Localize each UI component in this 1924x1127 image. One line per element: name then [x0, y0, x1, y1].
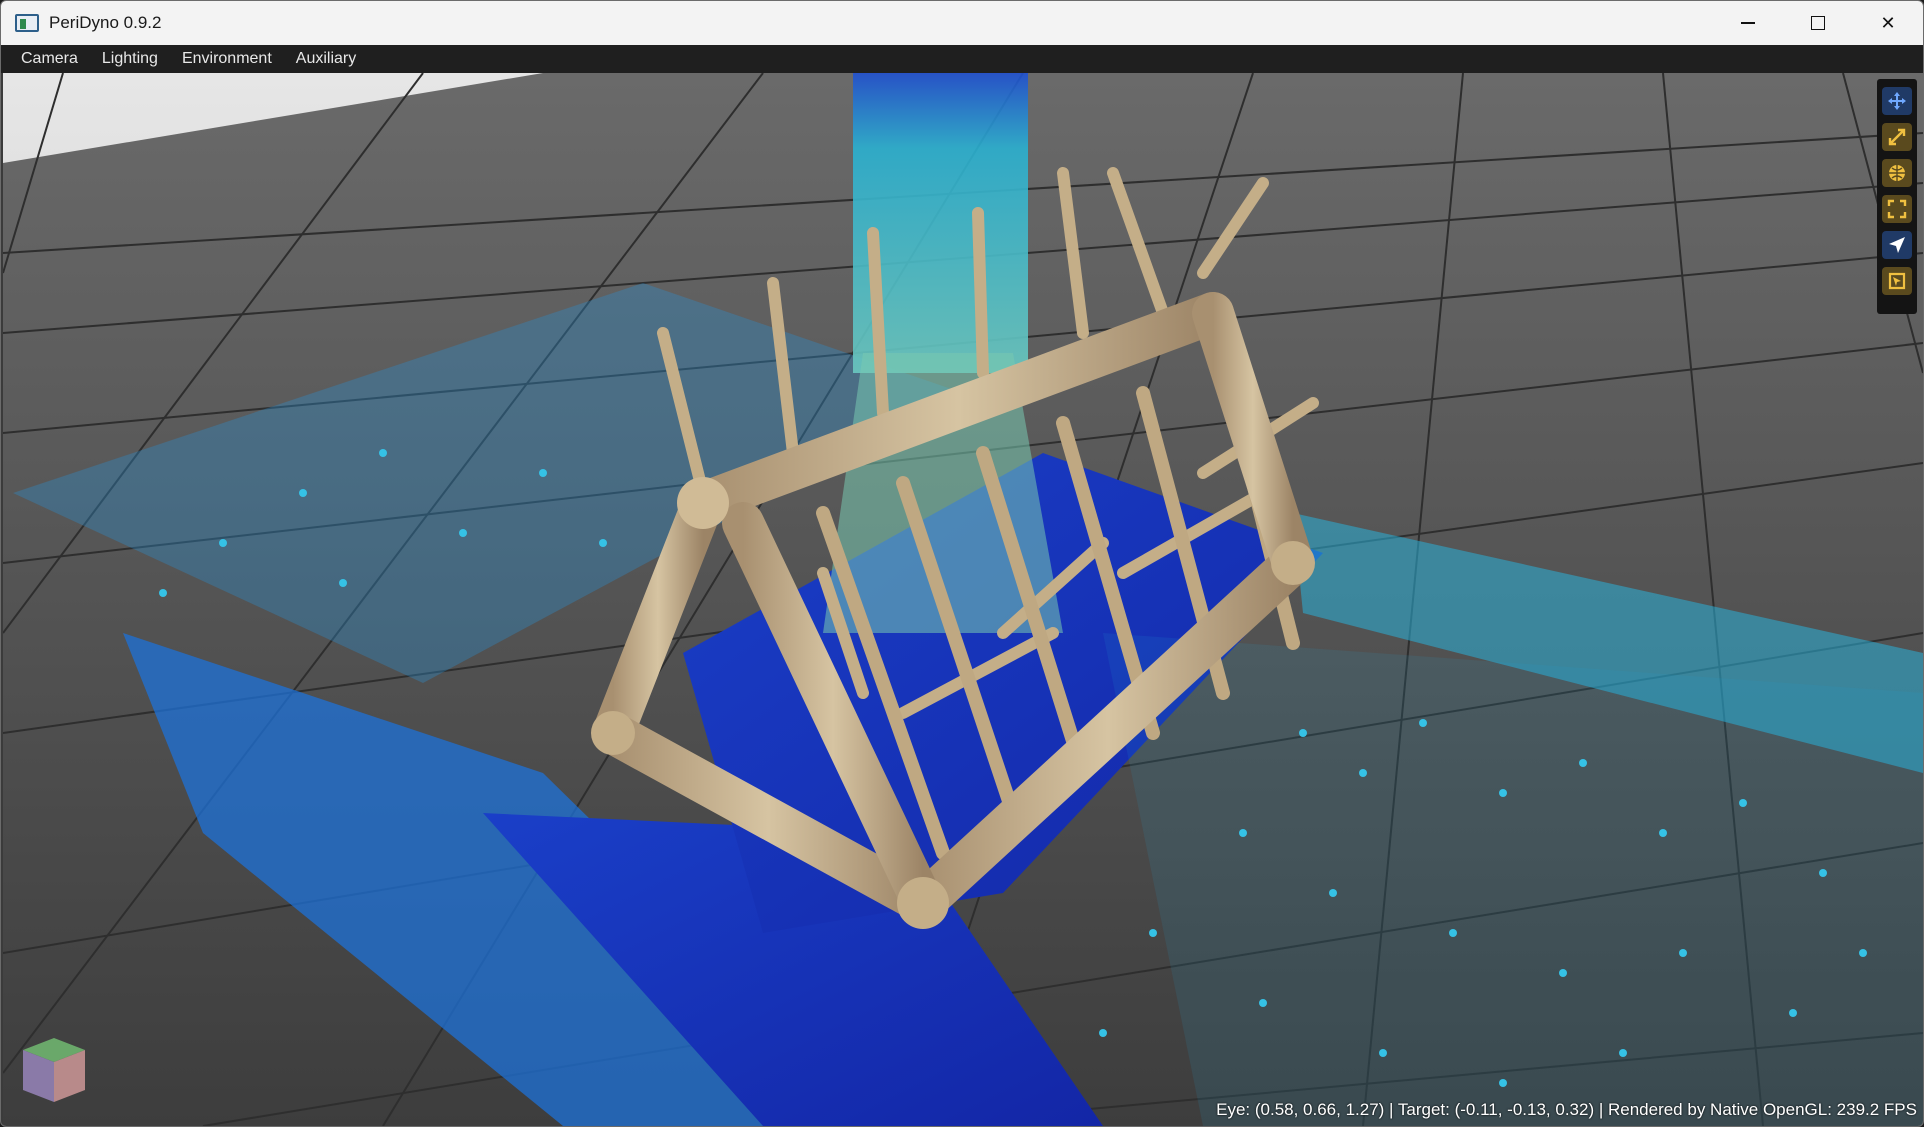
close-icon: ✕	[1880, 12, 1896, 34]
app-window: PeriDyno 0.9.2 ✕ Camera Lighting Environ…	[0, 0, 1924, 1127]
title-bar[interactable]: PeriDyno 0.9.2 ✕	[1, 1, 1923, 45]
window-controls: ✕	[1713, 1, 1923, 45]
tool-panel	[1877, 79, 1917, 314]
menu-environment[interactable]: Environment	[170, 45, 284, 73]
move-icon	[1888, 92, 1906, 110]
maximize-icon	[1811, 16, 1825, 30]
scene-canvas[interactable]	[3, 73, 1923, 1126]
menu-auxiliary[interactable]: Auxiliary	[284, 45, 368, 73]
maximize-button[interactable]	[1783, 1, 1853, 45]
minimize-button[interactable]	[1713, 1, 1783, 45]
minimize-icon	[1741, 22, 1755, 24]
navigate-tool-button[interactable]	[1882, 231, 1912, 259]
move-tool-button[interactable]	[1882, 87, 1912, 115]
status-line: Eye: (0.58, 0.66, 1.27) | Target: (-0.11…	[1216, 1100, 1917, 1119]
menu-lighting[interactable]: Lighting	[90, 45, 170, 73]
render-viewport[interactable]: Eye: (0.58, 0.66, 1.27) | Target: (-0.11…	[3, 73, 1923, 1126]
orientation-cube[interactable]	[19, 1034, 89, 1106]
globe-icon	[1889, 165, 1905, 181]
select-tool-button[interactable]	[1882, 267, 1912, 295]
window-title: PeriDyno 0.9.2	[49, 13, 162, 32]
menu-camera[interactable]: Camera	[9, 45, 90, 73]
app-icon	[15, 12, 41, 34]
fullscreen-icon	[1887, 199, 1907, 219]
close-button[interactable]: ✕	[1853, 1, 1923, 45]
scale-icon	[1888, 128, 1906, 146]
select-icon	[1888, 272, 1906, 290]
fullscreen-tool-button[interactable]	[1882, 195, 1912, 223]
navigate-icon	[1889, 237, 1905, 253]
globe-tool-button[interactable]	[1882, 159, 1912, 187]
menu-bar: Camera Lighting Environment Auxiliary	[1, 45, 1923, 73]
fluid-column	[823, 73, 1063, 633]
scale-tool-button[interactable]	[1882, 123, 1912, 151]
